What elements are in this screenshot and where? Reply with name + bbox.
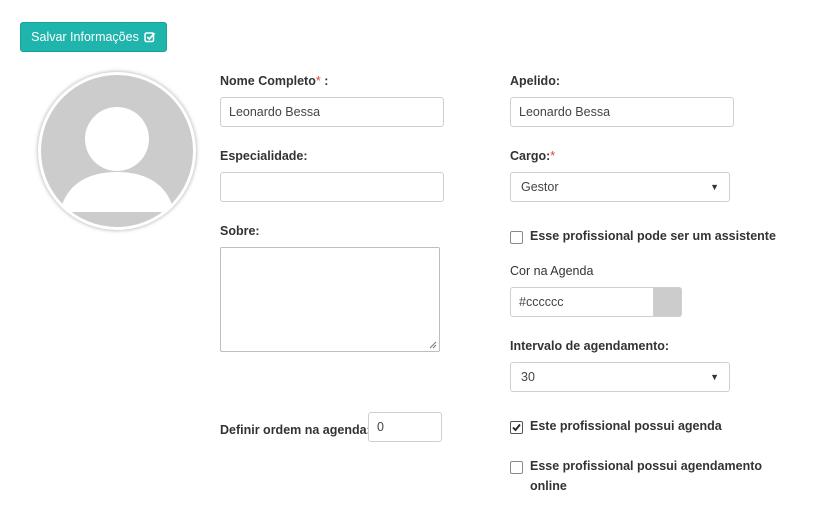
nome-completo-value: Leonardo Bessa [229, 105, 321, 119]
nome-completo-label: Nome Completo* : [220, 74, 328, 88]
apelido-value: Leonardo Bessa [519, 105, 611, 119]
check-square-icon [144, 31, 156, 43]
assistente-label: Esse profissional pode ser um assistente [530, 229, 776, 243]
save-button[interactable]: Salvar Informações [20, 22, 167, 52]
intervalo-select[interactable]: 30 ▼ [510, 362, 730, 392]
caret-down-icon: ▼ [710, 372, 719, 382]
nome-completo-label-text: Nome Completo [220, 74, 316, 88]
ordem-agenda-value: 0 [377, 420, 384, 434]
cargo-label: Cargo:* [510, 149, 555, 163]
agendamento-online-label: Esse profissional possui agendamento onl… [530, 459, 762, 496]
intervalo-selected-value: 30 [521, 370, 535, 384]
caret-down-icon: ▼ [710, 182, 719, 192]
save-button-label: Salvar Informações [31, 30, 139, 44]
ordem-agenda-label: Definir ordem na agenda: [220, 423, 371, 437]
color-swatch[interactable] [654, 287, 682, 317]
sobre-label: Sobre: [220, 224, 260, 238]
intervalo-label: Intervalo de agendamento: [510, 339, 670, 353]
cargo-label-text: Cargo: [510, 149, 551, 163]
cargo-select[interactable]: Gestor ▼ [510, 172, 730, 202]
possui-agenda-checkbox[interactable] [510, 421, 523, 434]
cor-agenda-value: #cccccc [519, 295, 564, 309]
apelido-input[interactable]: Leonardo Bessa [510, 97, 734, 127]
ordem-agenda-input[interactable]: 0 [368, 412, 442, 442]
apelido-label: Apelido: [510, 74, 560, 88]
cor-agenda-label: Cor na Agenda [510, 264, 594, 278]
resize-handle-icon[interactable] [429, 341, 437, 349]
agendamento-online-checkbox[interactable] [510, 461, 523, 474]
especialidade-label: Especialidade: [220, 149, 308, 163]
especialidade-input[interactable] [220, 172, 444, 202]
required-marker: * [550, 149, 556, 163]
user-silhouette-icon [41, 75, 193, 227]
cargo-selected-value: Gestor [521, 180, 559, 194]
assistente-checkbox[interactable] [510, 231, 523, 244]
avatar[interactable] [38, 72, 196, 230]
checkmark-icon [512, 423, 521, 432]
sobre-textarea[interactable] [220, 247, 440, 352]
agendamento-online-label-line2: online [530, 479, 567, 493]
nome-completo-label-suffix: : [320, 74, 329, 88]
nome-completo-input[interactable]: Leonardo Bessa [220, 97, 444, 127]
agendamento-online-label-line1: Esse profissional possui agendamento [530, 459, 763, 473]
cor-agenda-input[interactable]: #cccccc [510, 287, 654, 317]
possui-agenda-label: Este profissional possui agenda [530, 419, 722, 433]
